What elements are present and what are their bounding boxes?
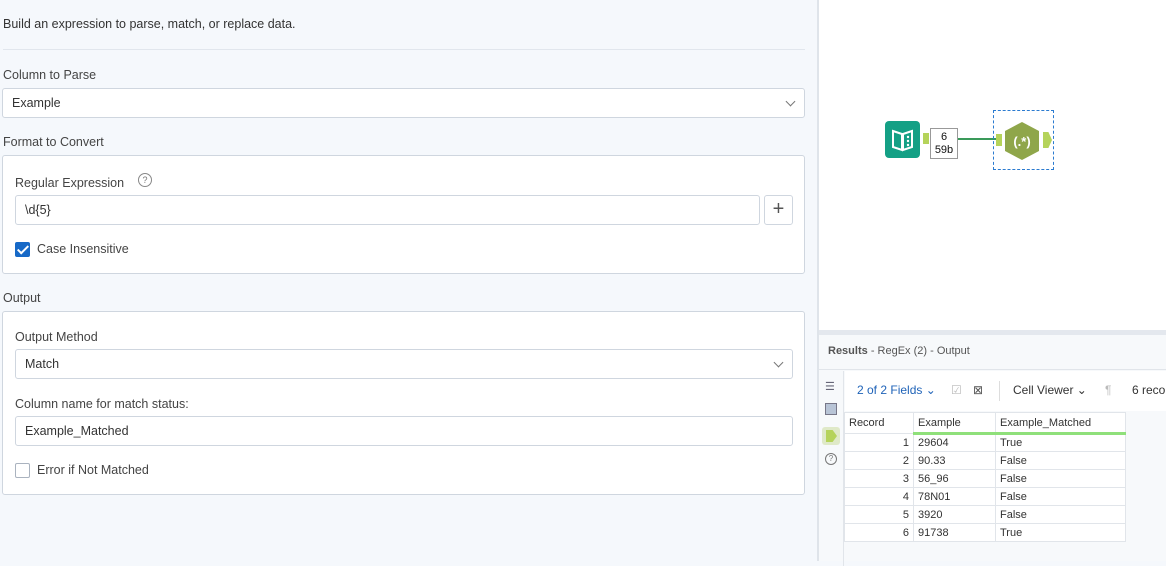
output-method-label: Output Method: [15, 330, 98, 344]
table-cell[interactable]: 56_96: [913, 469, 996, 488]
metadata-icon[interactable]: [825, 403, 837, 415]
results-toolbar: 2 of 2 Fields ⌄ ☑ ⊠ Cell Viewer ⌄ ¶ 6 re…: [845, 371, 1166, 411]
column-name-input[interactable]: Example_Matched: [15, 416, 793, 446]
column-name-label: Column name for match status:: [15, 397, 189, 411]
column-header[interactable]: Example_Matched: [995, 412, 1126, 435]
input-data-tool-icon[interactable]: [885, 121, 920, 158]
cell-viewer-label: Cell Viewer: [1013, 383, 1074, 397]
table-cell[interactable]: True: [995, 433, 1126, 452]
results-title: Results: [828, 345, 868, 357]
table-cell[interactable]: 29604: [913, 433, 996, 452]
output-box: Output Method Match Column name for matc…: [2, 311, 805, 495]
divider: [3, 49, 805, 50]
table-row[interactable]: 1 29604 True: [844, 433, 1126, 452]
table-cell[interactable]: 4: [844, 487, 914, 506]
column-header[interactable]: Example: [913, 412, 996, 435]
configuration-panel: Build an expression to parse, match, or …: [0, 0, 817, 561]
add-expression-button[interactable]: +: [764, 195, 793, 225]
input-anchor[interactable]: [996, 134, 1002, 146]
help-icon[interactable]: ?: [825, 453, 837, 465]
output-anchor-tab[interactable]: [822, 427, 840, 445]
selected-value: Example: [12, 96, 61, 110]
table-cell[interactable]: 90.33: [913, 451, 996, 470]
output-anchor[interactable]: [1043, 132, 1052, 148]
table-row[interactable]: 4 78N01 False: [844, 487, 1126, 506]
connection-line: [958, 138, 997, 140]
output-method-select[interactable]: Match: [15, 349, 793, 379]
table-cell[interactable]: True: [995, 523, 1126, 542]
table-row[interactable]: 6 91738 True: [844, 523, 1126, 542]
table-row[interactable]: 5 3920 False: [844, 505, 1126, 524]
connection-label: 6 59b: [930, 128, 958, 159]
format-to-convert-box: Regular Expression ? \d{5} + Case Insens…: [2, 155, 805, 274]
tool-description: Build an expression to parse, match, or …: [3, 17, 296, 31]
table-cell[interactable]: False: [995, 469, 1126, 488]
column-name-value: Example_Matched: [25, 424, 129, 438]
table-cell[interactable]: 5: [844, 505, 914, 524]
regex-tool-selected[interactable]: (.*): [993, 110, 1054, 170]
table-row[interactable]: 2 90.33 False: [844, 451, 1126, 470]
results-sidebar: ☰ ?: [819, 371, 844, 566]
chevron-down-icon: [785, 96, 796, 107]
table-cell[interactable]: False: [995, 487, 1126, 506]
table-cell[interactable]: 2: [844, 451, 914, 470]
column-to-parse-label: Column to Parse: [3, 68, 97, 82]
regex-value: \d{5}: [25, 203, 51, 217]
regex-input[interactable]: \d{5}: [15, 195, 760, 225]
table-cell[interactable]: 3920: [913, 505, 996, 524]
results-table: Record Example Example_Matched 1 29604 Tru…: [844, 412, 1126, 542]
regex-glyph: (.*): [1013, 134, 1030, 149]
table-cell[interactable]: 6: [844, 523, 914, 542]
regex-label: Regular Expression: [15, 176, 125, 190]
error-if-not-matched-checkbox[interactable]: [15, 463, 30, 478]
clear-icon[interactable]: ⊠: [973, 371, 983, 409]
fields-selector[interactable]: 2 of 2 Fields ⌄: [857, 371, 936, 409]
results-panel: Results - RegEx (2) - Output ☰ ? 2 of 2 …: [819, 330, 1166, 566]
results-header: Results - RegEx (2) - Output: [819, 335, 1166, 370]
table-cell[interactable]: 3: [844, 469, 914, 488]
results-subtitle: - RegEx (2) - Output: [870, 345, 970, 357]
chevron-down-icon: [773, 357, 784, 368]
table-cell[interactable]: False: [995, 451, 1126, 470]
column-header[interactable]: Record: [844, 412, 914, 434]
table-cell[interactable]: 78N01: [913, 487, 996, 506]
format-to-convert-label: Format to Convert: [3, 135, 104, 149]
error-if-not-matched-label: Error if Not Matched: [37, 463, 149, 477]
column-to-parse-select[interactable]: Example: [2, 88, 805, 118]
check-all-icon[interactable]: ☑: [951, 371, 962, 409]
workflow-canvas[interactable]: 6 59b (.*): [819, 0, 1166, 330]
selected-value: Match: [25, 357, 60, 371]
output-anchor[interactable]: [923, 133, 929, 144]
case-insensitive-checkbox[interactable]: [15, 242, 30, 257]
table-row[interactable]: 3 56_96 False: [844, 469, 1126, 488]
toolbar-divider: [999, 381, 1000, 401]
fields-selector-label: 2 of 2 Fields: [857, 383, 923, 397]
record-count: 6: [940, 131, 948, 143]
cell-viewer-dropdown[interactable]: Cell Viewer ⌄: [1013, 371, 1087, 409]
list-icon[interactable]: ☰: [825, 380, 835, 393]
table-cell[interactable]: False: [995, 505, 1126, 524]
table-cell[interactable]: 1: [844, 433, 914, 452]
data-size: 59b: [934, 144, 954, 156]
output-label: Output: [3, 291, 41, 305]
pilcrow-icon[interactable]: ¶: [1105, 371, 1111, 409]
record-count: 6 records: [1132, 383, 1166, 397]
help-icon[interactable]: ?: [138, 173, 152, 187]
case-insensitive-label: Case Insensitive: [37, 242, 129, 256]
table-cell[interactable]: 91738: [913, 523, 996, 542]
